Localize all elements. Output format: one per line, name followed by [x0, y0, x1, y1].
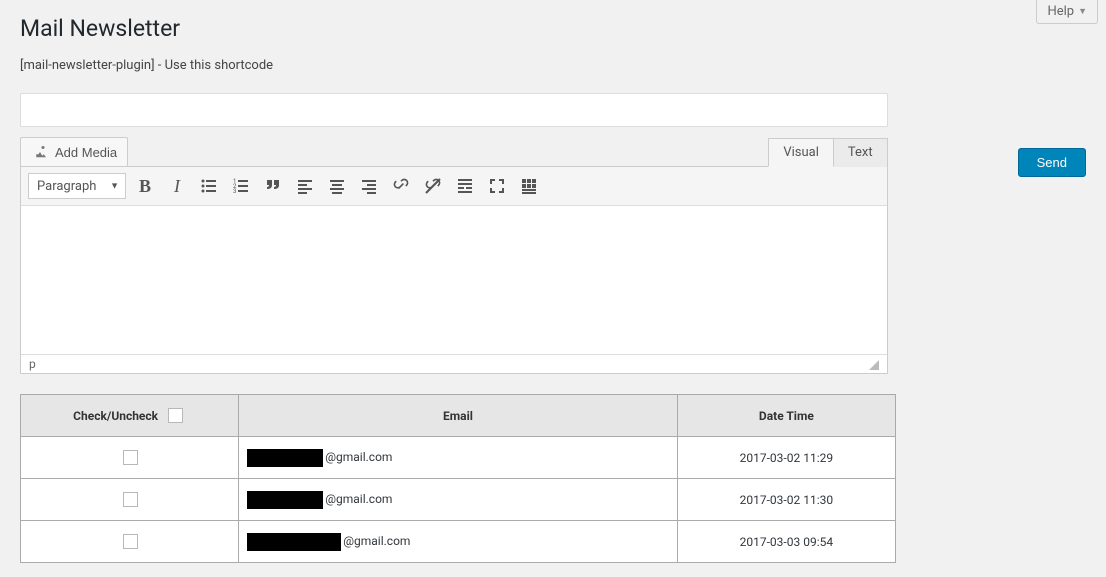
chevron-down-icon: ▼ — [1078, 6, 1087, 17]
add-media-button[interactable]: Add Media — [20, 137, 128, 167]
editor-toolbar: Paragraph B I 123 — [21, 167, 887, 206]
help-screen-tab[interactable]: Help ▼ — [1036, 0, 1098, 24]
bullet-list-button[interactable] — [196, 173, 222, 199]
link-button[interactable] — [388, 173, 414, 199]
page-title: Mail Newsletter — [20, 0, 1086, 46]
align-center-button[interactable] — [324, 173, 350, 199]
row-datetime: 2017-03-02 11:29 — [677, 437, 895, 479]
check-all-checkbox[interactable] — [168, 408, 183, 423]
editor-container: Paragraph B I 123 — [20, 166, 888, 374]
row-checkbox[interactable] — [123, 534, 138, 549]
row-datetime: 2017-03-02 11:30 — [677, 479, 895, 521]
email-suffix: @gmail.com — [325, 492, 392, 506]
redacted-email-local — [247, 491, 323, 509]
add-media-label: Add Media — [55, 145, 117, 160]
align-left-button[interactable] — [292, 173, 318, 199]
fullscreen-button[interactable] — [484, 173, 510, 199]
th-email: Email — [239, 395, 678, 437]
subscriber-table: Check/Uncheck Email Date Time @gmail.com… — [20, 394, 896, 563]
email-suffix: @gmail.com — [325, 450, 392, 464]
send-button[interactable]: Send — [1018, 148, 1086, 177]
svg-text:3: 3 — [233, 188, 236, 195]
help-label: Help — [1047, 4, 1074, 19]
format-select[interactable]: Paragraph — [28, 173, 126, 199]
bold-button[interactable]: B — [132, 173, 158, 199]
resize-handle[interactable] — [867, 358, 879, 370]
redacted-email-local — [247, 449, 323, 467]
blockquote-button[interactable] — [260, 173, 286, 199]
email-suffix: @gmail.com — [343, 534, 410, 548]
row-checkbox[interactable] — [123, 492, 138, 507]
shortcode-note: [mail-newsletter-plugin] - Use this shor… — [20, 58, 1086, 73]
numbered-list-button[interactable]: 123 — [228, 173, 254, 199]
table-row: @gmail.com 2017-03-02 11:29 — [21, 437, 896, 479]
table-row: @gmail.com 2017-03-02 11:30 — [21, 479, 896, 521]
unlink-button[interactable] — [420, 173, 446, 199]
toolbar-toggle-button[interactable] — [516, 173, 542, 199]
editor-status-path: p — [29, 357, 36, 371]
redacted-email-local — [247, 533, 341, 551]
align-right-button[interactable] — [356, 173, 382, 199]
read-more-button[interactable] — [452, 173, 478, 199]
table-row: @gmail.com 2017-03-03 09:54 — [21, 521, 896, 563]
tab-visual[interactable]: Visual — [768, 138, 834, 167]
italic-button[interactable]: I — [164, 173, 190, 199]
tab-text[interactable]: Text — [833, 138, 888, 167]
row-checkbox[interactable] — [123, 450, 138, 465]
format-select-label: Paragraph — [37, 179, 96, 194]
newsletter-title-input[interactable] — [20, 93, 888, 127]
editor-content-area[interactable] — [21, 206, 887, 354]
th-datetime: Date Time — [677, 395, 895, 437]
row-datetime: 2017-03-03 09:54 — [677, 521, 895, 563]
th-check-label: Check/Uncheck — [73, 409, 158, 423]
media-icon — [31, 143, 49, 161]
